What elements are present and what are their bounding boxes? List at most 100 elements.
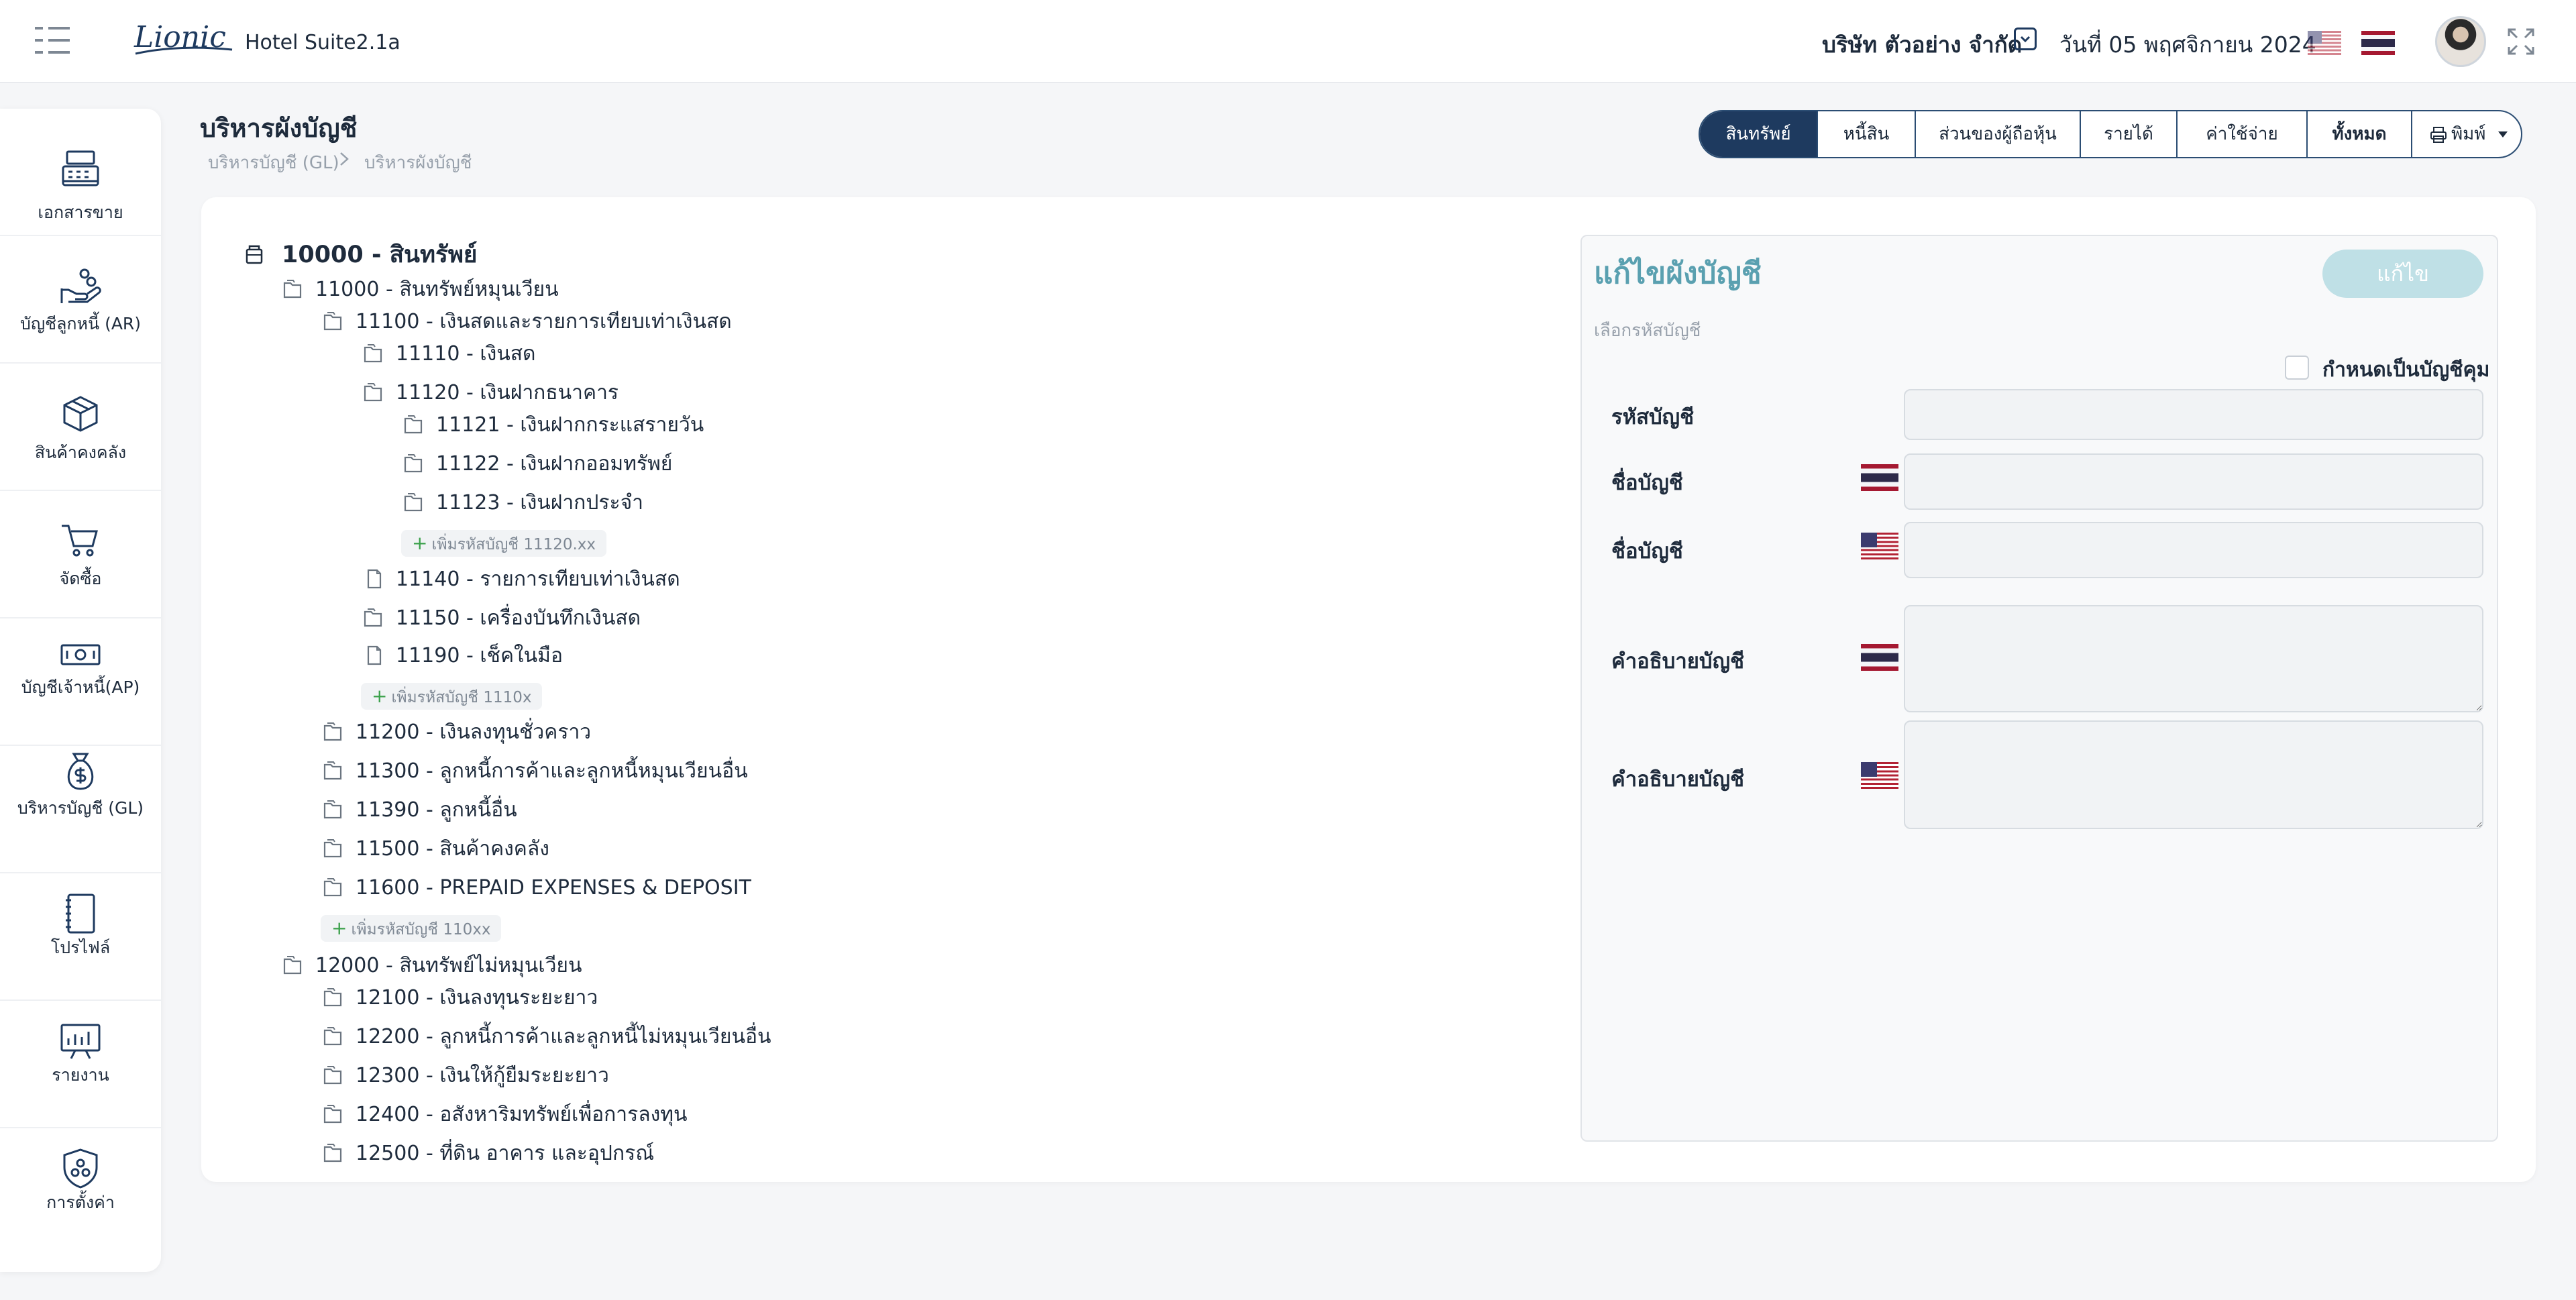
folder-icon: [323, 800, 342, 819]
account-name-th-input[interactable]: [1904, 453, 2483, 510]
us-flag-icon: [1861, 533, 1898, 559]
folder-icon: [404, 453, 423, 473]
cash-register-icon: [62, 150, 99, 186]
tree-node-11123[interactable]: 11123 - เงินฝากประจำ: [402, 490, 657, 517]
file-icon: [367, 645, 382, 665]
sidebar-item-accounts-payable[interactable]: บัญชีเจ้าหนี้(AP): [0, 618, 161, 746]
menu-toggle-icon[interactable]: [35, 27, 70, 54]
plus-icon: +: [412, 532, 428, 554]
sidebar-item-purchasing[interactable]: จัดซื้อ: [0, 491, 161, 618]
tree-node-11200[interactable]: 11200 - เงินลงทุนชั่วคราว: [322, 719, 604, 746]
folder-icon: [323, 1026, 342, 1046]
banknote-icon: [60, 644, 101, 665]
hand-coins-icon: [60, 268, 101, 303]
tab-assets[interactable]: สินทรัพย์: [1700, 111, 1818, 157]
sidebar-item-label: บริหารบัญชี (GL): [17, 798, 144, 818]
print-dropdown-button[interactable]: พิมพ์: [2412, 111, 2521, 157]
thai-flag-icon: [1861, 464, 1898, 491]
tree-node-11110[interactable]: 11110 - เงินสด: [362, 341, 564, 368]
tree-node-11000[interactable]: 11000 - สินทรัพย์หมุนเวียน: [282, 276, 631, 303]
add-account-11120xx-button[interactable]: + เพิ่มรหัสบัญชี 11120.xx: [401, 530, 607, 557]
folder-icon: [323, 877, 342, 897]
tree-node-11600[interactable]: 11600 - PREPAID EXPENSES & DEPOSIT: [322, 875, 751, 902]
box-icon: [63, 396, 98, 432]
account-type-tabs: สินทรัพย์ หนี้สิน ส่วนของผู้ถือหุ้น รายไ…: [1699, 110, 2522, 158]
svg-text:Lionic: Lionic: [133, 20, 226, 54]
description-en-label: คำอธิบายบัญชี: [1611, 767, 1745, 792]
folder-icon: [323, 1104, 342, 1124]
folder-icon: [364, 343, 382, 363]
company-dropdown-chevron-down-icon[interactable]: [2014, 28, 2037, 50]
sidebar-item-profile[interactable]: โปรไฟล์: [0, 873, 161, 1001]
account-code-input[interactable]: [1904, 389, 2483, 440]
user-avatar[interactable]: [2435, 16, 2486, 67]
tree-node-12300[interactable]: 12300 - เงินให้กู้ยืมระยะยาว: [322, 1063, 617, 1089]
tree-node-12500[interactable]: 12500 - ที่ดิน อาคาร และอุปกรณ์: [322, 1140, 654, 1167]
tree-node-11190[interactable]: 11190 - เช็คในมือ: [362, 643, 577, 669]
cart-icon: [62, 525, 98, 557]
tree-node-11300[interactable]: 11300 - ลูกหนี้การค้าและลูกหนี้หมุนเวียน…: [322, 758, 748, 785]
root-folder-icon: [246, 245, 263, 264]
sidebar-item-accounts-receivable[interactable]: บัญชีลูกหนี้ (AR): [0, 236, 161, 364]
sidebar-item-sales-documents[interactable]: เอกสารขาย: [0, 109, 161, 236]
tree-node-12200[interactable]: 12200 - ลูกหนี้การค้าและลูกหนี้ไม่หมุนเว…: [322, 1024, 771, 1050]
folder-icon: [364, 382, 382, 402]
tree-node-11120[interactable]: 11120 - เงินฝากธนาคาร: [362, 380, 619, 407]
control-account-checkbox[interactable]: [2285, 356, 2309, 380]
tab-equity[interactable]: ส่วนของผู้ถือหุ้น: [1916, 111, 2081, 157]
top-header: Lionic Hotel Suite2.1a บริษัท ตัวอย่าง จ…: [0, 0, 2576, 83]
tree-node-12100[interactable]: 12100 - เงินลงทุนระยะยาว: [322, 985, 604, 1012]
company-name[interactable]: บริษัท ตัวอย่าง จำกัด: [1822, 27, 2022, 62]
presentation-chart-icon: [60, 1024, 101, 1059]
breadcrumb-current: บริหารผังบัญชี: [364, 153, 472, 173]
select-account-hint: เลือกรหัสบัญชี: [1594, 321, 1701, 341]
account-name-en-input[interactable]: [1904, 522, 2483, 578]
tree-node-11121[interactable]: 11121 - เงินฝากกระแสรายวัน: [402, 412, 711, 439]
tree-node-11150[interactable]: 11150 - เครื่องบันทึกเงินสด: [362, 605, 671, 632]
breadcrumb-chevron-right-icon: [340, 152, 349, 166]
folder-icon: [364, 608, 382, 627]
description-en-textarea[interactable]: [1904, 720, 2483, 829]
add-account-110xx-button[interactable]: + เพิ่มรหัสบัญชี 110xx: [321, 915, 502, 942]
folder-icon: [404, 415, 423, 434]
tree-node-11100[interactable]: 11100 - เงินสดและรายการเทียบเท่าเงินสด: [322, 309, 751, 335]
sidebar-item-inventory[interactable]: สินค้าคงคลัง: [0, 364, 161, 491]
sidebar-item-general-ledger[interactable]: บริหารบัญชี (GL): [0, 746, 161, 873]
sidebar-item-label: สินค้าคงคลัง: [34, 443, 127, 462]
sidebar: เอกสารขาย บัญชีลูกหนี้ (AR) สินค้าคงคลัง…: [0, 109, 161, 1272]
tab-expenses[interactable]: ค่าใช้จ่าย: [2178, 111, 2308, 157]
tree-node-11500[interactable]: 11500 - สินค้าคงคลัง: [322, 836, 550, 863]
tab-all[interactable]: ทั้งหมด: [2308, 111, 2412, 157]
sidebar-item-settings[interactable]: การตั้งค่า: [0, 1128, 161, 1256]
account-name-en-label: ชื่อบัญชี: [1611, 539, 1683, 563]
folder-icon: [404, 492, 423, 512]
folder-icon: [283, 955, 302, 975]
breadcrumb-gl[interactable]: บริหารบัญชี (GL): [208, 149, 339, 176]
tree-node-12400[interactable]: 12400 - อสังหาริมทรัพย์เพื่อการลงทุน: [322, 1101, 688, 1128]
tree-node-11140[interactable]: 11140 - รายการเทียบเท่าเงินสด: [362, 566, 684, 593]
description-th-textarea[interactable]: [1904, 605, 2483, 712]
money-bag-icon: [67, 753, 94, 790]
folder-icon: [323, 1065, 342, 1085]
tree-node-12000[interactable]: 12000 - สินทรัพย์ไม่หมุนเวียน: [282, 953, 604, 979]
language-en-flag-icon[interactable]: [2308, 31, 2341, 55]
tree-node-10000[interactable]: 10000 - สินทรัพย์: [243, 241, 525, 268]
sidebar-item-label: รายงาน: [52, 1065, 109, 1085]
folder-icon: [323, 987, 342, 1007]
sidebar-item-label: เอกสารขาย: [38, 203, 123, 222]
sidebar-item-label: จัดซื้อ: [59, 569, 102, 588]
tree-node-11390[interactable]: 11390 - ลูกหนี้อื่น: [322, 797, 537, 824]
add-account-1110x-button[interactable]: + เพิ่มรหัสบัญชี 1110x: [361, 683, 543, 710]
plus-icon: +: [372, 685, 388, 707]
edit-button[interactable]: แก้ไข: [2322, 250, 2483, 298]
tree-node-11122[interactable]: 11122 - เงินฝากออมทรัพย์: [402, 451, 691, 478]
fullscreen-icon[interactable]: [2506, 27, 2536, 56]
edit-panel-title: แก้ไขผังบัญชี: [1594, 256, 1762, 290]
tab-revenue[interactable]: รายได้: [2081, 111, 2178, 157]
caret-down-icon: [2498, 131, 2508, 138]
account-name-th-label: ชื่อบัญชี: [1611, 471, 1683, 495]
language-th-flag-icon[interactable]: [2361, 31, 2395, 55]
sidebar-item-label: บัญชีเจ้าหนี้(AP): [21, 678, 140, 697]
tab-liabilities[interactable]: หนี้สิน: [1818, 111, 1916, 157]
sidebar-item-reports[interactable]: รายงาน: [0, 1001, 161, 1128]
